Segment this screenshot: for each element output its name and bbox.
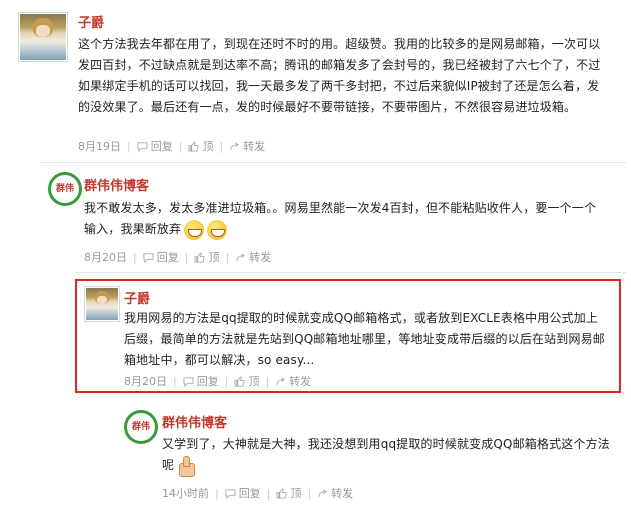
upvote-label: 顶 — [208, 251, 220, 264]
reply-icon — [225, 488, 236, 499]
comment-text-wrap: 我不敢发太多，发太多准进垃圾箱。。网易里然能一次发4百封，但不能粘贴收件人，要一… — [84, 198, 604, 240]
comment-meta: 8月20日 | 回复 | 顶 | 转发 — [84, 249, 272, 265]
thumbs-up-emoji-icon — [177, 455, 196, 477]
reply-label: 回复 — [156, 251, 179, 264]
thumbs-up-icon — [194, 251, 206, 263]
forward-label: 转发 — [289, 375, 312, 388]
grin-emoji-icon — [184, 219, 205, 240]
comment-author[interactable]: 群伟伟博客 — [84, 175, 149, 194]
reply-label: 回复 — [196, 375, 219, 388]
thumbs-up-icon — [276, 487, 288, 499]
reply-button[interactable]: 回复 — [225, 485, 261, 501]
forward-button[interactable]: 转发 — [317, 485, 353, 501]
thumbs-up-icon — [234, 375, 246, 387]
divider — [76, 272, 626, 273]
forward-icon — [230, 141, 240, 150]
comment-author[interactable]: 子爵 — [78, 12, 104, 31]
thumbs-up-icon — [188, 140, 200, 152]
upvote-button[interactable]: 顶 — [234, 373, 259, 389]
forward-icon — [276, 376, 286, 385]
avatar-label: 群伟 — [131, 422, 150, 432]
forward-label: 转发 — [331, 487, 354, 500]
forward-icon — [236, 252, 246, 261]
upvote-button[interactable]: 顶 — [194, 249, 219, 265]
avatar[interactable] — [18, 12, 68, 62]
comment-text: 我不敢发太多，发太多准进垃圾箱。。网易里然能一次发4百封，但不能粘贴收件人，要一… — [84, 201, 597, 236]
reply-icon — [137, 141, 148, 152]
reply-label: 回复 — [150, 140, 173, 153]
reply-button[interactable]: 回复 — [137, 138, 173, 154]
comment-time: 14小时前 — [162, 487, 209, 500]
avatar-label: 群伟 — [55, 184, 74, 194]
comment-time: 8月20日 — [84, 251, 127, 264]
upvote-label: 顶 — [202, 140, 214, 153]
comment-text-wrap: 又学到了，大神就是大神，我还没想到用qq提取的时候就变成QQ邮箱格式这个方法呢 — [162, 434, 612, 477]
forward-button[interactable]: 转发 — [235, 249, 271, 265]
forward-label: 转发 — [243, 140, 266, 153]
forward-icon — [318, 488, 328, 497]
upvote-label: 顶 — [290, 487, 302, 500]
comment-text: 这个方法我去年都在用了，到现在还时不时的用。超级赞。我用的比较多的是网易邮箱，一… — [78, 37, 601, 114]
comment-text: 我用网易的方法是qq提取的时候就变成QQ邮箱格式，或者放到EXCLE表格中用公式… — [124, 311, 605, 367]
comment-meta: 8月19日 | 回复 | 顶 | 转发 — [78, 138, 266, 154]
comment-meta: 8月20日 | 回复 | 顶 | 转发 — [124, 373, 312, 389]
comment-text: 又学到了，大神就是大神，我还没想到用qq提取的时候就变成QQ邮箱格式这个方法呢 — [162, 437, 610, 472]
reply-icon — [183, 376, 194, 387]
forward-button[interactable]: 转发 — [275, 373, 311, 389]
grin-emoji-icon — [207, 219, 228, 240]
reply-button[interactable]: 回复 — [183, 373, 219, 389]
forward-label: 转发 — [249, 251, 272, 264]
comment-time: 8月20日 — [124, 375, 167, 388]
comment-meta: 14小时前 | 回复 | 顶 | 转发 — [162, 485, 354, 501]
upvote-label: 顶 — [248, 375, 260, 388]
upvote-button[interactable]: 顶 — [188, 138, 213, 154]
comment-time: 8月19日 — [78, 140, 121, 153]
avatar[interactable] — [84, 286, 120, 322]
reply-icon — [143, 252, 154, 263]
upvote-button[interactable]: 顶 — [276, 485, 301, 501]
avatar[interactable]: 群伟 — [124, 410, 158, 444]
reply-button[interactable]: 回复 — [143, 249, 179, 265]
reply-label: 回复 — [238, 487, 261, 500]
avatar[interactable]: 群伟 — [48, 172, 82, 206]
comment-author[interactable]: 子爵 — [124, 288, 150, 307]
comment-author[interactable]: 群伟伟博客 — [162, 412, 227, 431]
forward-button[interactable]: 转发 — [229, 138, 265, 154]
divider — [40, 162, 626, 163]
